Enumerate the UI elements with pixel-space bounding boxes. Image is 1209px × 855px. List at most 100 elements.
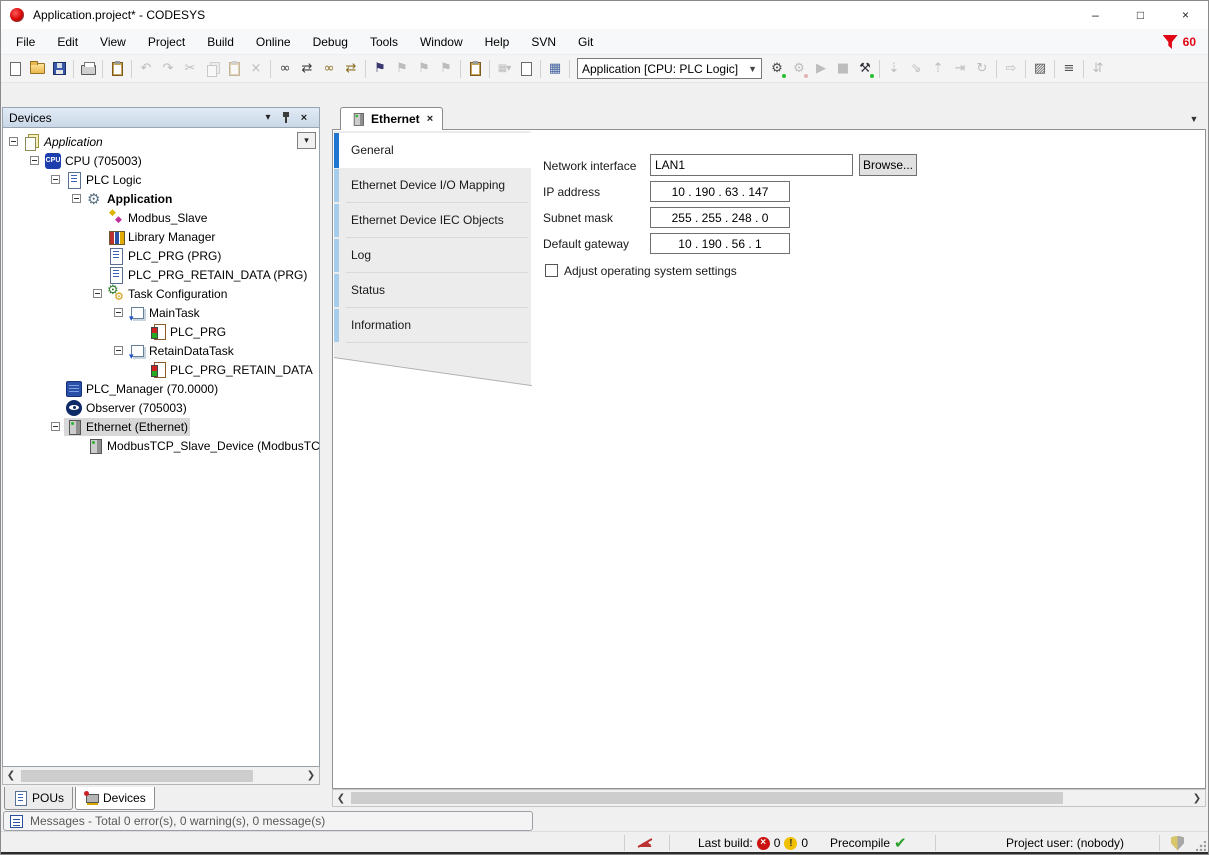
menu-view[interactable]: View [89,29,137,55]
step-out-icon[interactable]: ⇡ [927,58,949,80]
bottom-tab-pous[interactable]: POUs [4,787,73,810]
menu-edit[interactable]: Edit [46,29,89,55]
find-icon[interactable]: ∞ [274,58,296,80]
editor-horizontal-scrollbar[interactable]: ❮ ❯ [332,789,1206,807]
tree-item-library-manager[interactable]: Library Manager [3,227,319,246]
tree-item-plc-prg[interactable]: PLC_PRG [3,322,319,341]
side-tab-ethernet-device-i-o-mapping[interactable]: Ethernet Device I/O Mapping [334,168,531,203]
tree-expander-icon[interactable] [114,346,123,355]
active-application-combo[interactable]: Application [CPU: PLC Logic]▼ [577,58,762,79]
side-tab-general[interactable]: General [334,133,531,168]
scrollbar-thumb[interactable] [351,792,1063,804]
start-icon[interactable]: ▶ [810,58,832,80]
side-tab-ethernet-device-iec-objects[interactable]: Ethernet Device IEC Objects [334,203,531,238]
menu-tools[interactable]: Tools [359,29,409,55]
tree-item-cpu-705003[interactable]: CPU (705003) [3,151,319,170]
monitoring-icon[interactable]: ⇵ [1087,58,1109,80]
tree-item-task-configuration[interactable]: Task Configuration [3,284,319,303]
panel-menu-chevron-icon[interactable]: ▾ [259,110,277,126]
side-tab-information[interactable]: Information [334,308,531,343]
menu-help[interactable]: Help [474,29,521,55]
bookmark-icon[interactable]: ⚑ [369,58,391,80]
resize-grip[interactable] [1196,841,1206,851]
io-mapping-dropdown-icon[interactable]: ▦▾ [493,58,515,80]
print-icon[interactable] [77,58,99,80]
tree-item-observer-705003[interactable]: Observer (705003) [3,398,319,417]
find-in-project-icon[interactable]: ∞ [318,58,340,80]
filter-funnel-icon[interactable] [1163,35,1178,49]
tree-item-application[interactable]: Application [3,132,319,151]
menu-online[interactable]: Online [245,29,302,55]
side-tab-status[interactable]: Status [334,273,531,308]
tree-item-plc-prg-prg[interactable]: PLC_PRG (PRG) [3,246,319,265]
menu-svn[interactable]: SVN [520,29,567,55]
copy-project-icon[interactable] [106,58,128,80]
online-config-icon[interactable]: ⚒ [854,58,876,80]
next-statement-icon[interactable]: ⇨ [1000,58,1022,80]
tab-ethernet[interactable]: Ethernet × [340,107,443,130]
tree-expander-icon[interactable] [51,175,60,184]
pin-icon[interactable] [277,110,295,126]
menu-git[interactable]: Git [567,29,604,55]
menu-file[interactable]: File [5,29,46,55]
adjust-os-checkbox[interactable] [545,264,558,277]
tree-item-application[interactable]: Application [3,189,319,208]
clear-bookmarks-icon[interactable]: ⚑ [435,58,457,80]
paste-special-icon[interactable] [464,58,486,80]
undo-icon[interactable]: ↶ [135,58,157,80]
subnet-mask-input[interactable]: 255 . 255 . 248 . 0 [650,207,790,228]
tree-expander-icon[interactable] [30,156,39,165]
scroll-right-icon[interactable]: ❯ [303,768,319,784]
bottom-tab-devices[interactable]: Devices [75,787,155,810]
logout-icon[interactable]: ⚙ [788,58,810,80]
ip-address-input[interactable]: 10 . 190 . 63 . 147 [650,181,790,202]
tree-item-retaindatatask[interactable]: RetainDataTask [3,341,319,360]
stop-icon[interactable]: ■ [832,58,854,80]
tab-close-icon[interactable]: × [427,113,433,125]
tree-item-maintask[interactable]: MainTask [3,303,319,322]
tree-horizontal-scrollbar[interactable]: ❮ ❯ [2,767,320,785]
network-interface-input[interactable] [650,154,853,176]
tree-expander-icon[interactable] [93,289,102,298]
tree-item-modbus-slave[interactable]: Modbus_Slave [3,208,319,227]
tree-item-ethernet-ethernet[interactable]: Ethernet (Ethernet) [3,417,319,436]
tab-list-chevron-icon[interactable]: ▼ [1186,111,1202,127]
tree-expander-icon[interactable] [9,137,18,146]
menu-project[interactable]: Project [137,29,196,55]
step-into-icon[interactable]: ⇘ [905,58,927,80]
new-file-icon[interactable] [4,58,26,80]
tree-item-plc-prg-retain-data[interactable]: PLC_PRG_RETAIN_DATA [3,360,319,379]
step-over-icon[interactable]: ⇣ [883,58,905,80]
side-tab-log[interactable]: Log [334,238,531,273]
scroll-left-icon[interactable]: ❮ [333,790,349,806]
menu-window[interactable]: Window [409,29,474,55]
update-objects-icon[interactable]: ▦ [544,58,566,80]
messages-bar[interactable]: Messages - Total 0 error(s), 0 warning(s… [3,811,533,831]
tree-item-plc-logic[interactable]: PLC Logic [3,170,319,189]
panel-close-icon[interactable]: × [295,110,313,126]
open-file-icon[interactable] [26,58,48,80]
minimize-button[interactable]: – [1073,1,1118,29]
breakpoints-icon[interactable]: ▨ [1029,58,1051,80]
notification-count-badge[interactable]: 60 [1183,35,1196,49]
tree-item-modbustcp-slave-device-modbustcp-slave[interactable]: ModbusTCP_Slave_Device (ModbusTCP Slave [3,436,319,455]
run-to-cursor-icon[interactable]: ⇥ [949,58,971,80]
menu-build[interactable]: Build [196,29,245,55]
browse-button[interactable]: Browse... [859,154,917,176]
redo-icon[interactable]: ↷ [157,58,179,80]
reset-icon[interactable]: ↻ [971,58,993,80]
save-icon[interactable] [48,58,70,80]
tree-item-plc-manager-70-0000[interactable]: PLC_Manager (70.0000) [3,379,319,398]
replace-icon[interactable]: ⇄ [296,58,318,80]
paste-icon[interactable] [223,58,245,80]
close-button[interactable]: × [1163,1,1208,29]
scrollbar-thumb[interactable] [21,770,253,782]
previous-bookmark-icon[interactable]: ⚑ [391,58,413,80]
maximize-button[interactable]: □ [1118,1,1163,29]
cut-icon[interactable]: ✂ [179,58,201,80]
delete-icon[interactable]: × [245,58,267,80]
replace-in-project-icon[interactable]: ⇄ [340,58,362,80]
default-gateway-input[interactable]: 10 . 190 . 56 . 1 [650,233,790,254]
login-icon[interactable]: ⚙ [766,58,788,80]
copy-icon[interactable] [201,58,223,80]
